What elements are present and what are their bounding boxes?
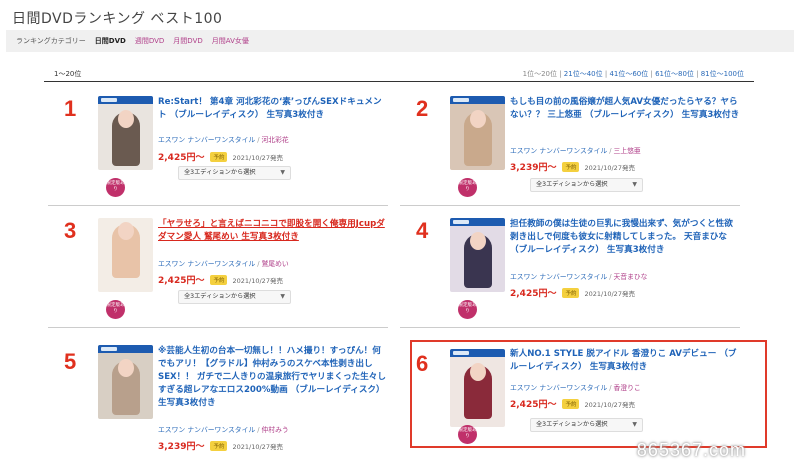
bluray-band — [450, 96, 505, 104]
edition-select[interactable]: 全3エディションから選択 ▼ — [178, 290, 291, 304]
limited-edition-badge: 限定版あり — [458, 300, 477, 319]
category-link-monthly-actress[interactable]: 月間AV女優 — [212, 36, 249, 46]
actress-link[interactable]: 仲村みう — [261, 426, 288, 434]
maker-line: エスワン ナンバーワンスタイル / 仲村みう — [158, 426, 289, 434]
actress-link[interactable]: 鷲尾めい — [261, 260, 288, 268]
pager-link-21[interactable]: 21位〜40位 — [564, 70, 603, 78]
cover-face — [118, 359, 134, 377]
product-title-link[interactable]: 担任教師の僕は生徒の巨乳に我慢出来ず、気がつくと性欲剥き出しで何度も彼女に射精し… — [510, 218, 740, 257]
rank-number: 5 — [64, 349, 77, 374]
ranking-item: 5 ※芸能人生初の台本一切無し！！ハメ撮り！すっぴん！何でもアリ！【グラドル】仲… — [48, 345, 388, 455]
price-row: 2,425円〜 予約 2021/10/27発売 — [510, 286, 635, 299]
bluray-band — [98, 345, 153, 353]
price: 3,239円〜 — [158, 442, 205, 452]
maker-line: エスワン ナンバーワンスタイル / 河北彩花 — [158, 136, 289, 144]
limited-edition-badge: 限定版あり — [458, 178, 477, 197]
highlight-box — [410, 340, 767, 448]
maker-link[interactable]: エスワン ナンバーワンスタイル — [510, 147, 607, 155]
price-row: 2,425円〜 予約 2021/10/27発売 — [158, 273, 283, 286]
maker-link[interactable]: エスワン ナンバーワンスタイル — [158, 136, 255, 144]
product-cover[interactable] — [98, 218, 153, 292]
price: 3,239円〜 — [510, 163, 557, 173]
range-current: 1〜20位 — [54, 70, 82, 78]
product-cover[interactable] — [98, 345, 153, 419]
caret-down-icon: ▼ — [632, 181, 637, 188]
caret-down-icon: ▼ — [280, 293, 285, 300]
ranking-item: 2 限定版あり もしも目の前の風俗嬢が超人気AV女優だったらヤる？ヤらない？？ … — [400, 96, 740, 206]
edition-select-label: 全3エディションから選択 — [184, 293, 256, 300]
edition-select[interactable]: 全3エディションから選択 ▼ — [178, 166, 291, 180]
preorder-badge: 予約 — [210, 274, 228, 285]
release-date: 2021/10/27発売 — [232, 153, 283, 162]
actress-link[interactable]: 天音まひな — [613, 273, 647, 281]
edition-select[interactable]: 全3エディションから選択 ▼ — [530, 178, 643, 192]
ranking-item: 4 限定版あり 担任教師の僕は生徒の巨乳に我慢出来ず、気がつくと性欲剥き出しで何… — [400, 218, 740, 328]
product-title-link[interactable]: Re:Start！ 第4章 河北彩花の‘素’っぴんSEXドキュメント （ブルーレ… — [158, 96, 388, 122]
cover-face — [470, 232, 486, 250]
card-divider — [400, 327, 740, 328]
rank-number: 1 — [64, 96, 77, 121]
price: 2,425円〜 — [510, 289, 557, 299]
product-title-link[interactable]: ※芸能人生初の台本一切無し！！ハメ撮り！すっぴん！何でもアリ！【グラドル】仲村み… — [158, 345, 388, 410]
maker-link[interactable]: エスワン ナンバーワンスタイル — [510, 273, 607, 281]
product-cover[interactable] — [450, 218, 505, 292]
price-row: 3,239円〜 予約 2021/10/27発売 — [510, 160, 635, 173]
pager-link-81[interactable]: 81位〜100位 — [701, 70, 744, 78]
page-title: 日間DVDランキング ベスト100 — [12, 11, 223, 27]
range-divider — [44, 81, 754, 82]
maker-link[interactable]: エスワン ナンバーワンスタイル — [158, 260, 255, 268]
product-title-link[interactable]: 「ヤラせろ」と言えばニコニコで即股を開く俺専用Jcupダダマン愛人 鷲尾めい 生… — [158, 218, 388, 244]
product-cover[interactable] — [450, 96, 505, 170]
pager-link-41[interactable]: 41位〜60位 — [609, 70, 648, 78]
price-row: 3,239円〜 予約 2021/10/27発売 — [158, 439, 283, 452]
release-date: 2021/10/27発売 — [584, 163, 635, 172]
pager: 1位〜20位 | 21位〜40位 | 41位〜60位 | 61位〜80位 | 8… — [522, 70, 744, 78]
product-title-link[interactable]: もしも目の前の風俗嬢が超人気AV女優だったらヤる？ヤらない？？ 三上悠亜 （ブル… — [510, 96, 740, 122]
release-date: 2021/10/27発売 — [232, 276, 283, 285]
category-current-daily-dvd: 日間DVD — [94, 37, 126, 45]
preorder-badge: 予約 — [210, 151, 228, 162]
card-divider — [48, 205, 388, 206]
maker-line: エスワン ナンバーワンスタイル / 鷲尾めい — [158, 260, 289, 268]
ranking-item: 1 限定版あり Re:Start！ 第4章 河北彩花の‘素’っぴんSEXドキュメ… — [48, 96, 388, 206]
price-row: 2,425円〜 予約 2021/10/27発売 — [158, 150, 283, 163]
preorder-badge: 予約 — [562, 287, 580, 298]
pager-link-61[interactable]: 61位〜80位 — [655, 70, 694, 78]
card-divider — [400, 205, 740, 206]
cover-face — [118, 222, 134, 240]
price: 2,425円〜 — [158, 153, 205, 163]
cover-face — [118, 110, 134, 128]
release-date: 2021/10/27発売 — [584, 289, 635, 298]
watermark: 865367.com — [636, 440, 746, 460]
ranking-item: 3 限定版あり 「ヤラせろ」と言えばニコニコで即股を開く俺専用Jcupダダマン愛… — [48, 218, 388, 328]
pager-link-1[interactable]: 1位〜20位 — [523, 70, 557, 78]
rank-number: 2 — [416, 96, 429, 121]
release-date: 2021/10/27発売 — [232, 442, 283, 451]
preorder-badge: 予約 — [562, 161, 580, 172]
card-divider — [48, 327, 388, 328]
category-bar: ランキングカテゴリー 日間DVD 週間DVD 月間DVD 月間AV女優 — [6, 30, 794, 52]
limited-edition-badge: 限定版あり — [106, 178, 125, 197]
preorder-badge: 予約 — [210, 440, 228, 451]
product-cover[interactable] — [98, 96, 153, 170]
range-row: 1〜20位 1位〜20位 | 21位〜40位 | 41位〜60位 | 61位〜8… — [44, 67, 754, 81]
caret-down-icon: ▼ — [280, 169, 285, 176]
bluray-band — [98, 96, 153, 104]
cover-face — [470, 110, 486, 128]
price: 2,425円〜 — [158, 276, 205, 286]
category-label: ランキングカテゴリー — [16, 37, 86, 45]
maker-line: エスワン ナンバーワンスタイル / 天音まひな — [510, 273, 648, 281]
rank-number: 4 — [416, 218, 429, 243]
bluray-band — [450, 218, 505, 226]
rank-number: 3 — [64, 218, 77, 243]
category-link-monthly-dvd[interactable]: 月間DVD — [173, 36, 202, 46]
category-link-weekly-dvd[interactable]: 週間DVD — [135, 36, 164, 46]
limited-edition-badge: 限定版あり — [106, 300, 125, 319]
maker-line: エスワン ナンバーワンスタイル / 三上悠亜 — [510, 147, 641, 155]
actress-link[interactable]: 河北彩花 — [261, 136, 288, 144]
edition-select-label: 全3エディションから選択 — [184, 169, 256, 176]
actress-link[interactable]: 三上悠亜 — [613, 147, 640, 155]
edition-select-label: 全3エディションから選択 — [536, 181, 608, 188]
maker-link[interactable]: エスワン ナンバーワンスタイル — [158, 426, 255, 434]
